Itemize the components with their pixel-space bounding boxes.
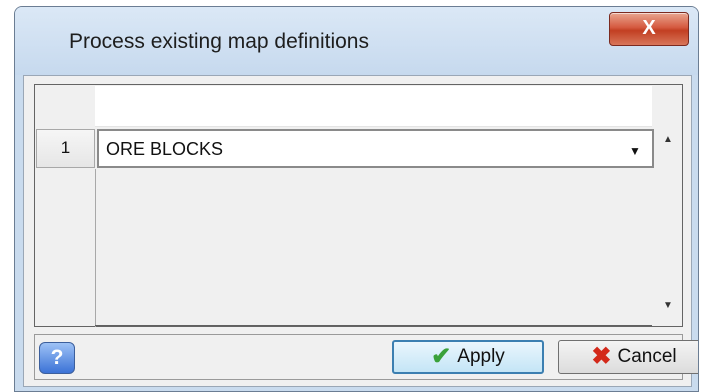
chevron-down-icon[interactable]: ▼ [622, 136, 648, 162]
map-definition-combo[interactable]: ORE BLOCKS ▼ [97, 129, 654, 168]
combo-value: ORE BLOCKS [106, 139, 224, 159]
scroll-up-arrow-icon[interactable]: ▲ [654, 130, 682, 150]
map-definitions-grid: 1 ORE BLOCKS ▼ ▲ ▼ [34, 84, 683, 327]
checkmark-icon: ✔ [431, 343, 452, 370]
dialog-client-area: 1 ORE BLOCKS ▼ ▲ ▼ ? ✔ Apply ✖ Cancel [23, 75, 698, 387]
dialog-window: Process existing map definitions X 1 ORE… [14, 6, 699, 392]
scroll-down-arrow-icon[interactable]: ▼ [654, 296, 682, 316]
help-button[interactable]: ? [39, 342, 75, 374]
button-bar: ? ✔ Apply ✖ Cancel [34, 334, 698, 380]
cancel-label: Cancel [617, 346, 677, 367]
window-title: Process existing map definitions [69, 30, 369, 53]
grid-divider [95, 325, 652, 326]
close-icon: X [642, 17, 656, 39]
title-bar: Process existing map definitions X [15, 7, 698, 75]
cross-icon: ✖ [591, 343, 612, 370]
row-number[interactable]: 1 [36, 129, 95, 168]
cancel-button[interactable]: ✖ Cancel [558, 340, 698, 374]
close-button[interactable]: X [609, 12, 689, 46]
apply-button[interactable]: ✔ Apply [392, 340, 544, 374]
column-divider [95, 169, 96, 327]
help-icon: ? [50, 346, 64, 369]
apply-label: Apply [457, 346, 505, 367]
vertical-scrollbar[interactable]: ▲ ▼ [654, 86, 682, 325]
grid-header [95, 86, 652, 127]
